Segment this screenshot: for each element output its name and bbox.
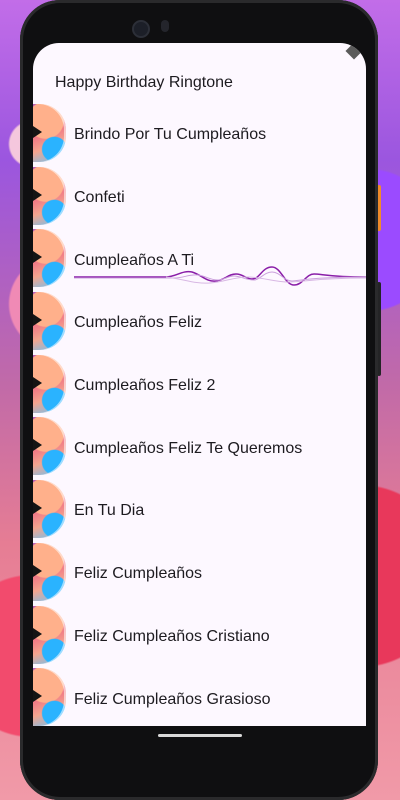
play-icon[interactable] xyxy=(33,188,42,201)
ringtone-label: Feliz Cumpleaños Cristiano xyxy=(74,627,270,645)
app-bar: Happy Birthday Ringtone xyxy=(33,65,366,101)
home-indicator[interactable] xyxy=(158,734,242,737)
play-icon[interactable] xyxy=(33,376,42,389)
ringtone-label: Feliz Cumpleaños xyxy=(74,565,203,583)
ringtone-item-en-tu-dia[interactable]: En Tu Dia xyxy=(33,480,366,543)
ringtone-item-feliz-cumpleanos-grasioso[interactable]: Feliz Cumpleaños Grasioso xyxy=(33,668,366,726)
play-icon[interactable] xyxy=(33,439,42,452)
ringtone-item-cumpleanos-feliz[interactable]: Cumpleaños Feliz xyxy=(33,292,366,355)
audio-waveform xyxy=(74,266,366,287)
ringtone-item-brindo-por-tu-cumpleanos[interactable]: Brindo Por Tu Cumpleaños xyxy=(33,104,366,167)
ringtone-item-cumpleanos-feliz-te-queremos[interactable]: Cumpleaños Feliz Te Queremos xyxy=(33,417,366,480)
ringtone-item-confeti[interactable]: Confeti xyxy=(33,166,366,230)
play-icon[interactable] xyxy=(33,251,42,264)
ringtone-label: Feliz Cumpleaños Grasioso xyxy=(74,690,271,708)
ringtone-label: Confeti xyxy=(74,189,125,207)
camera-icon xyxy=(132,20,150,38)
ringtone-label: Cumpleaños Feliz Te Queremos xyxy=(74,439,303,457)
play-icon[interactable] xyxy=(33,690,42,703)
ringtone-item-cumpleanos-a-ti[interactable]: Cumpleaños A Ti xyxy=(33,229,366,292)
ringtone-list: Brindo Por Tu Cumpleaños Confeti Cumplea… xyxy=(33,104,366,726)
ringtone-label: Cumpleaños Feliz 2 xyxy=(74,377,216,395)
play-icon[interactable] xyxy=(33,126,42,138)
app-title: Happy Birthday Ringtone xyxy=(55,74,233,91)
ringtone-label: En Tu Dia xyxy=(74,502,145,520)
ringtone-item-cumpleanos-feliz-2[interactable]: Cumpleaños Feliz 2 xyxy=(33,354,366,418)
ringtone-label: Cumpleaños Feliz xyxy=(74,314,203,332)
play-icon[interactable] xyxy=(33,502,42,515)
play-icon[interactable] xyxy=(33,627,42,640)
ringtone-label: Brindo Por Tu Cumpleaños xyxy=(74,126,267,144)
play-icon[interactable] xyxy=(33,564,42,577)
play-icon[interactable] xyxy=(33,314,42,327)
ringtone-item-feliz-cumpleanos[interactable]: Feliz Cumpleaños xyxy=(33,542,366,606)
ringtone-item-feliz-cumpleanos-cristiano[interactable]: Feliz Cumpleaños Cristiano xyxy=(33,605,366,669)
app-screen: Happy Birthday Ringtone Brindo Por Tu Cu… xyxy=(33,43,366,726)
sensor-icon xyxy=(161,20,169,32)
